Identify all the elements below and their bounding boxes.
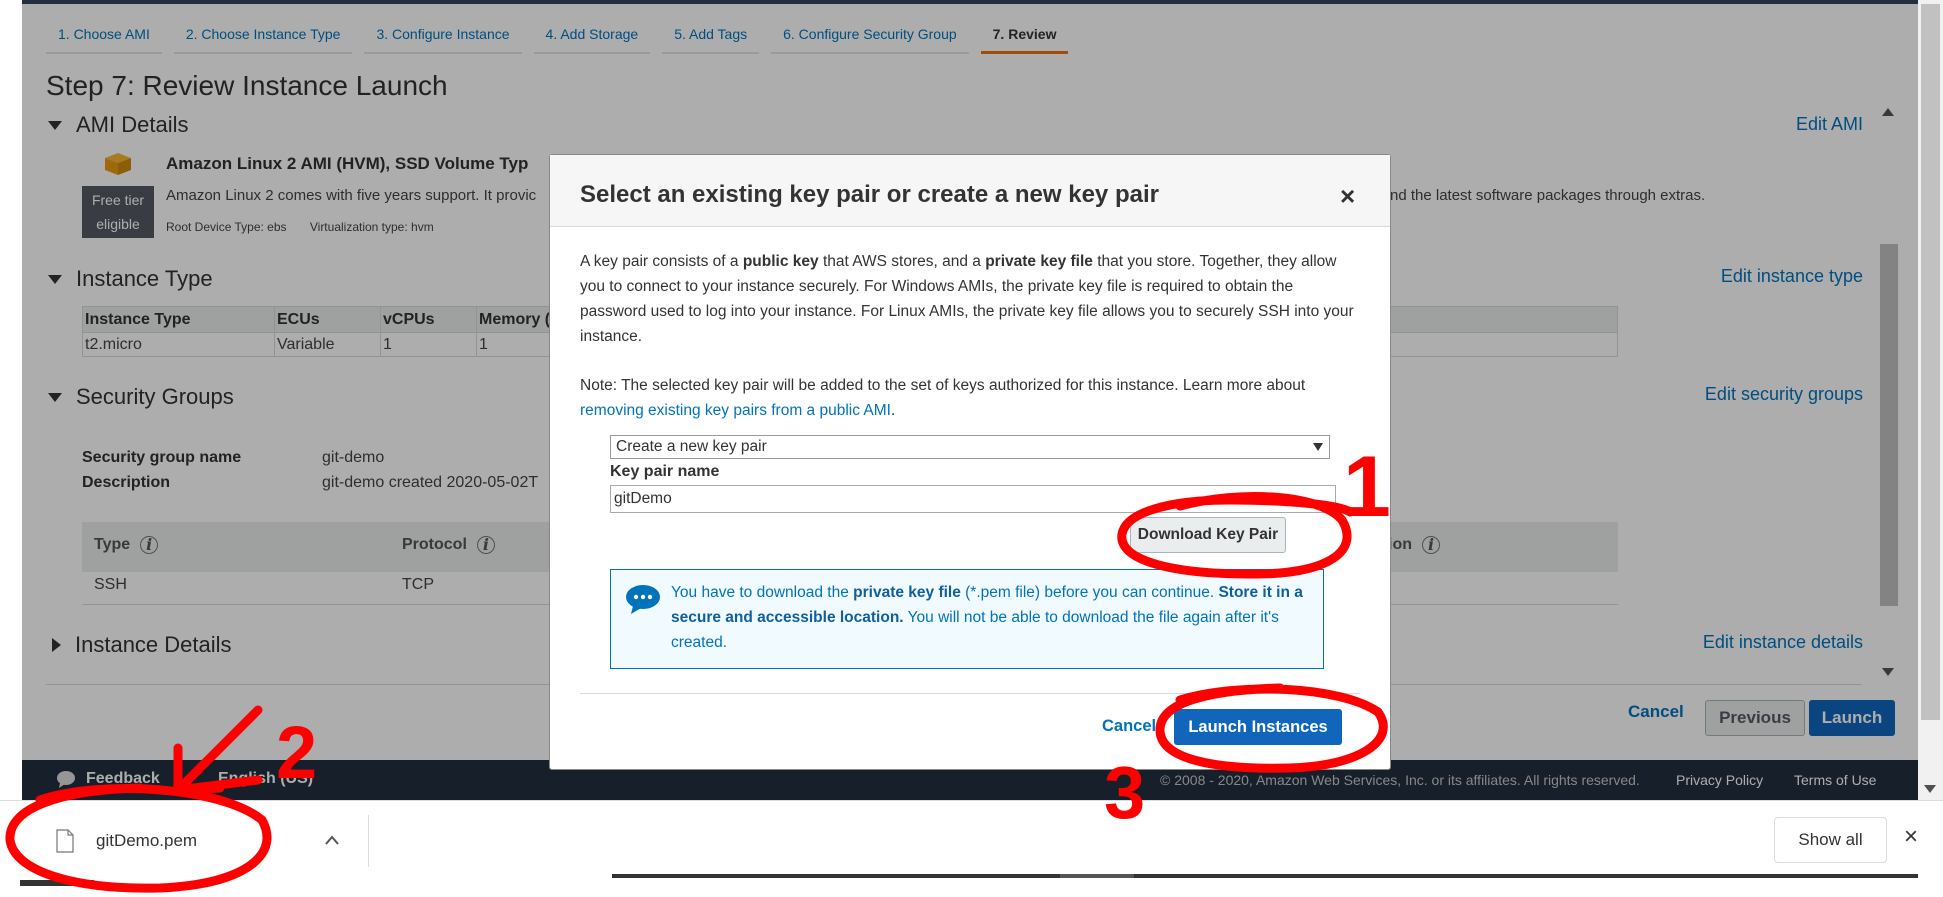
divider [580,693,1360,694]
launch-instances-button[interactable]: Launch Instances [1174,709,1342,745]
taskbar-strip [612,874,1918,878]
dialog-title: Select an existing key pair or create a … [580,181,1159,208]
dropdown-caret-icon [1313,443,1323,451]
alert-text-part: You have to download the [671,584,854,601]
note-text: . [890,402,896,419]
alert-text: You have to download the private key fil… [671,580,1311,655]
body-text: that AWS stores, and a [818,253,986,270]
divider [368,815,369,867]
key-pair-dialog: Select an existing key pair or create a … [549,154,1391,770]
body-bold: private key file [985,253,1093,270]
download-key-pair-button[interactable]: Download Key Pair [1130,517,1286,553]
scroll-down-arrow-icon[interactable] [1924,785,1936,793]
download-info-alert: You have to download the private key fil… [610,569,1324,669]
remove-key-pairs-link[interactable]: removing existing key pairs from a publi… [580,402,891,419]
show-all-downloads-button[interactable]: Show all [1774,817,1887,863]
file-icon [56,829,74,853]
download-shelf: gitDemo.pem Show all × [0,800,1943,897]
dialog-cancel-link[interactable]: Cancel [1102,717,1156,736]
dialog-description: A key pair consists of a public key that… [580,249,1360,349]
taskbar-indicator [1060,874,1134,878]
dialog-note: Note: The selected key pair will be adde… [580,373,1360,423]
browser-scrollbar-thumb[interactable] [1921,4,1940,720]
taskbar-indicator [20,880,94,886]
alert-text-part: (*.pem file) before you can continue. [960,584,1219,601]
key-pair-option-select[interactable]: Create a new key pair [610,435,1330,459]
body-text: A key pair consists of a [580,253,743,270]
close-icon[interactable]: × [1904,823,1918,851]
left-gutter [0,0,22,800]
select-value: Create a new key pair [616,438,767,455]
alert-bold: private key file [853,584,961,601]
chevron-up-icon[interactable] [324,833,340,847]
body-bold: public key [742,253,819,270]
key-pair-name-label: Key pair name [610,463,720,480]
chat-bubble-icon [626,585,660,614]
browser-page: 1. Choose AMI 2. Choose Instance Type 3.… [0,0,1943,897]
close-icon[interactable]: × [1340,181,1355,212]
download-file-name: gitDemo.pem [96,831,198,850]
note-text: Note: The selected key pair will be adde… [580,377,1306,394]
key-pair-name-input[interactable] [610,485,1336,513]
